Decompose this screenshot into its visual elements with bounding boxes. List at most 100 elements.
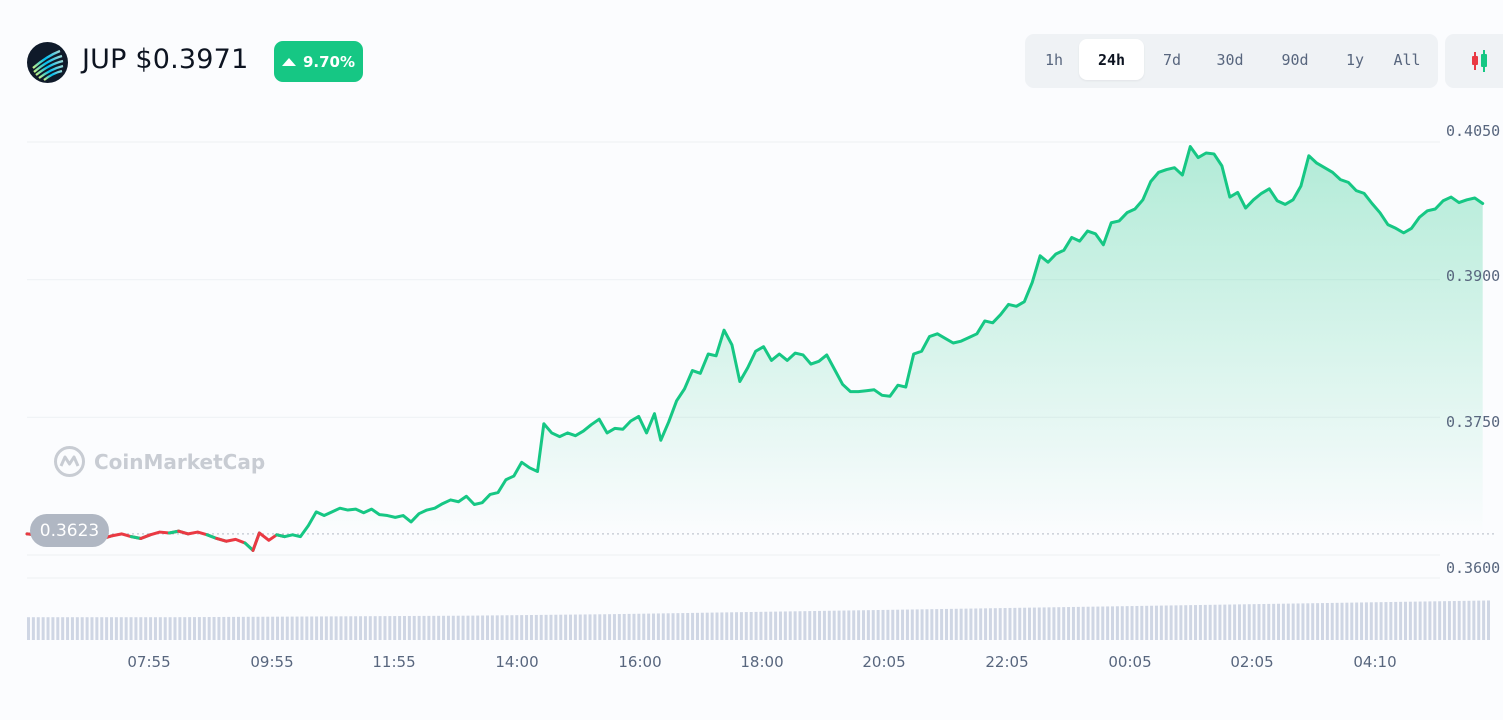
volume-bar (1164, 605, 1168, 640)
volume-bar (212, 616, 216, 640)
volume-bar (901, 609, 905, 640)
volume-bar (1115, 606, 1119, 640)
volume-bar (910, 609, 914, 640)
volume-bar (359, 616, 363, 640)
volume-bar (1325, 602, 1329, 640)
volume-bar (642, 613, 646, 640)
volume-bar (612, 614, 616, 640)
volume-bar (256, 616, 260, 640)
volume-bar (569, 614, 573, 640)
volume-bar (1487, 600, 1490, 640)
volume-bar (998, 608, 1002, 640)
watermark-text: CoinMarketCap (94, 449, 266, 474)
volume-bar (246, 616, 250, 640)
volume-bar (769, 611, 773, 640)
volume-bar (1042, 607, 1046, 640)
volume-bar (1403, 601, 1407, 640)
volume-bar (402, 616, 406, 640)
volume-bar (578, 614, 582, 640)
volume-bar (529, 615, 533, 640)
volume-bar (1140, 605, 1144, 640)
volume-bar (1111, 606, 1115, 640)
volume-bar (363, 616, 367, 640)
x-tick-label: 00:05 (1108, 653, 1152, 671)
volume-bar (1340, 602, 1344, 640)
volume-bar (1428, 601, 1432, 640)
y-tick-label: 0.3750 (1446, 413, 1501, 431)
volume-bar (466, 615, 470, 640)
volume-bar (432, 615, 436, 640)
x-tick-label: 07:55 (127, 653, 171, 671)
volume-bar (178, 617, 182, 640)
volume-bar (1433, 601, 1437, 640)
x-tick-label: 11:55 (372, 653, 416, 671)
volume-bar (1120, 606, 1124, 640)
volume-bar (1247, 604, 1251, 640)
volume-bar (417, 615, 421, 640)
coinmarketcap-logo-icon (54, 446, 85, 477)
volume-bar (241, 616, 245, 640)
volume-bar (1438, 601, 1442, 640)
volume-bar (691, 612, 695, 640)
volume-bar (915, 609, 919, 640)
volume-bar (1467, 600, 1471, 640)
volume-bar (280, 616, 284, 640)
volume-bar (1013, 607, 1017, 640)
volume-bar (90, 617, 94, 640)
x-tick-label: 18:00 (740, 653, 784, 671)
volume-bar (1286, 603, 1290, 640)
volume-bar (1223, 604, 1227, 640)
volume-bar (1384, 602, 1388, 640)
volume-bar (407, 615, 411, 640)
volume-bar (1145, 605, 1149, 640)
volume-bar (1482, 600, 1486, 640)
volume-bar (656, 613, 660, 640)
volume-bar (891, 609, 895, 640)
volume-bar (193, 617, 197, 640)
volume-bar (495, 615, 499, 640)
volume-bar (329, 616, 333, 640)
volume-bar (1374, 602, 1378, 640)
volume-bar (315, 616, 319, 640)
volume-bar (866, 610, 870, 640)
y-tick-label: 0.3900 (1446, 267, 1501, 285)
volume-bar (1330, 602, 1334, 640)
volume-bar (393, 616, 397, 640)
volume-bar (764, 611, 768, 640)
volume-bar (720, 612, 724, 640)
volume-bar (500, 615, 504, 640)
volume-bar (305, 616, 309, 640)
volume-bar (1423, 601, 1427, 640)
volume-bar (539, 614, 543, 640)
volume-bar (1233, 604, 1237, 640)
volume-bar (476, 615, 480, 640)
volume-bar (520, 615, 524, 640)
volume-bar (1394, 601, 1398, 640)
volume-bar (378, 616, 382, 640)
volume-bar (266, 616, 270, 640)
volume-bar (822, 610, 826, 640)
volume-bar (36, 617, 40, 640)
volume-bar (66, 617, 70, 640)
volume-bar (427, 615, 431, 640)
volume-bar (1081, 606, 1085, 640)
volume-bar (188, 617, 192, 640)
volume-bar (1018, 607, 1022, 640)
volume-bar (627, 613, 631, 640)
volume-bar (827, 610, 831, 640)
volume-bar (964, 608, 968, 640)
volume-bar (134, 617, 138, 640)
volume-bar (1023, 607, 1027, 640)
volume-bar (412, 615, 416, 640)
volume-bar (456, 615, 460, 640)
volume-bar (1281, 603, 1285, 640)
volume-bar (139, 617, 143, 640)
volume-bar (793, 611, 797, 640)
volume-bar (925, 609, 929, 640)
volume-bar (515, 615, 519, 640)
volume-bar (31, 617, 35, 640)
volume-bar (1443, 601, 1447, 640)
volume-bar (1037, 607, 1041, 640)
volume-bar (1262, 603, 1266, 640)
volume-bar (1135, 605, 1139, 640)
